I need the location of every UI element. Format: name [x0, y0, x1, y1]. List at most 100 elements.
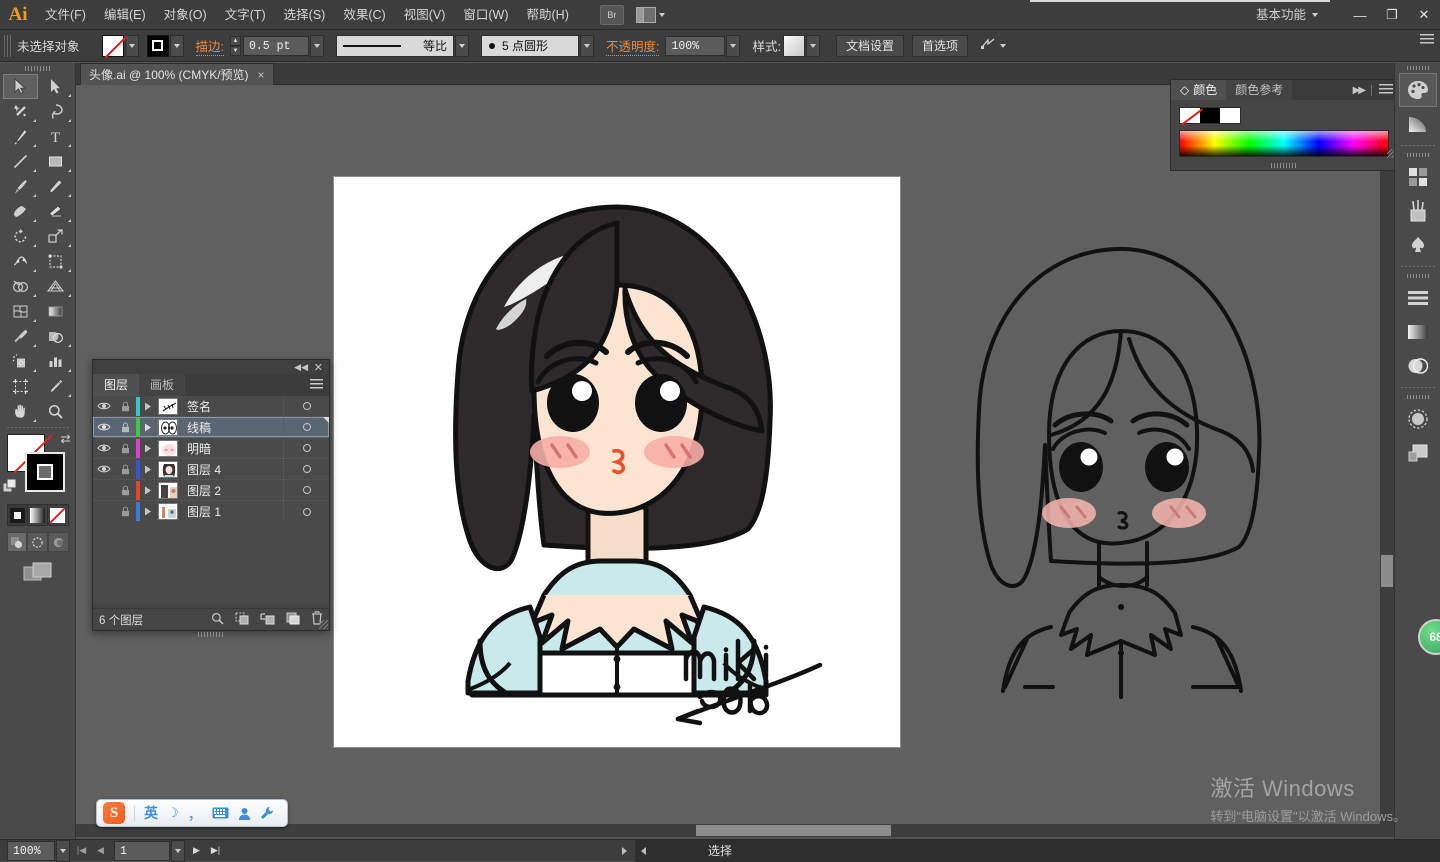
table-row[interactable]: 图层 1	[93, 501, 329, 522]
vertical-scrollbar-thumb[interactable]	[1381, 555, 1393, 587]
layers-panel-titlebar[interactable]: ◀◀ ✕	[93, 360, 329, 374]
opacity-dropdown-button[interactable]	[726, 34, 741, 57]
grid-swatches-icon[interactable]	[1399, 160, 1437, 194]
layer-target-indicator[interactable]	[283, 416, 329, 438]
layer-lock-toggle[interactable]	[115, 464, 136, 475]
status-bar-scroll-area[interactable]	[635, 839, 1440, 862]
rectangle-tool[interactable]	[38, 149, 73, 174]
stroke-weight-input[interactable]: 0.5 pt	[243, 35, 309, 56]
direct-selection-tool[interactable]	[38, 74, 73, 99]
menu-window[interactable]: 窗口(W)	[454, 0, 517, 30]
comma-icon[interactable]: ，	[188, 803, 203, 824]
align-icon[interactable]	[1399, 281, 1437, 315]
close-icon[interactable]: ✕	[314, 361, 323, 374]
pen-tool[interactable]	[3, 124, 38, 149]
floating-badge[interactable]: 68	[1418, 619, 1440, 655]
layer-name[interactable]: 明暗	[178, 440, 283, 457]
chevron-down-icon[interactable]	[1000, 43, 1006, 48]
menu-edit[interactable]: 编辑(E)	[95, 0, 155, 30]
layer-target-indicator[interactable]	[283, 458, 329, 480]
menu-type[interactable]: 文字(T)	[216, 0, 275, 30]
minimize-button[interactable]: —	[1344, 0, 1376, 30]
draw-inside-button[interactable]	[47, 532, 69, 552]
create-new-layer-icon[interactable]	[286, 612, 300, 628]
shape-builder-tool[interactable]	[3, 274, 38, 299]
color-mode-button[interactable]	[7, 505, 28, 525]
brush-dropdown-button[interactable]	[580, 34, 594, 57]
workspace-switcher[interactable]: 基本功能	[1256, 0, 1318, 30]
artboard[interactable]	[334, 177, 900, 747]
zoom-dropdown-button[interactable]	[56, 839, 70, 862]
symbols-icon[interactable]	[1399, 228, 1437, 262]
restore-button[interactable]: ❐	[1376, 0, 1408, 30]
preferences-button[interactable]: 首选项	[911, 34, 968, 57]
swatch-black[interactable]	[1200, 108, 1220, 123]
eraser-tool[interactable]	[38, 199, 73, 224]
layers-empty-area[interactable]	[93, 522, 329, 603]
menu-effect[interactable]: 效果(C)	[334, 0, 394, 30]
control-bar-grip[interactable]	[4, 34, 11, 57]
layer-lock-toggle[interactable]	[115, 443, 136, 454]
stroke-profile-select[interactable]: 等比	[336, 34, 454, 57]
scroll-left-icon[interactable]	[641, 846, 646, 855]
panel-menu-icon[interactable]	[310, 379, 323, 390]
table-row[interactable]: 明暗	[93, 437, 329, 459]
table-row[interactable]: 图层 4	[93, 458, 329, 480]
character-artwork[interactable]	[334, 177, 900, 747]
menu-view[interactable]: 视图(V)	[395, 0, 455, 30]
close-icon[interactable]: ×	[258, 68, 265, 82]
layer-visibility-toggle[interactable]	[93, 422, 115, 432]
expand-icon[interactable]: ▶▶	[1353, 85, 1366, 96]
keyboard-icon[interactable]	[212, 807, 229, 819]
artboard-dropdown-button[interactable]	[171, 839, 185, 862]
hand-tool[interactable]	[3, 399, 38, 424]
dock-grip[interactable]	[1395, 63, 1440, 73]
vertical-scrollbar[interactable]	[1380, 85, 1394, 837]
input-method-toolbar[interactable]: S 英 ☽ ，	[96, 799, 288, 827]
brush-definition-select[interactable]: 5 点圆形	[481, 34, 579, 57]
selection-tool[interactable]	[2, 74, 38, 99]
arrange-documents-button[interactable]	[635, 6, 665, 23]
stepper-down-icon[interactable]: ▼	[230, 45, 241, 56]
gradient-wedge-icon[interactable]	[1399, 107, 1437, 141]
blend-tool[interactable]	[38, 324, 73, 349]
layer-disclosure-triangle[interactable]	[140, 465, 156, 474]
stroke-swatch-black-icon[interactable]	[146, 34, 169, 57]
layer-name[interactable]: 图层 1	[178, 503, 283, 520]
layer-visibility-toggle[interactable]	[93, 443, 115, 453]
layer-target-indicator[interactable]	[283, 479, 329, 501]
sogou-logo-icon[interactable]: S	[103, 802, 125, 824]
gradient-mode-button[interactable]	[27, 505, 49, 525]
zoom-level-input[interactable]: 100%	[7, 840, 55, 861]
menu-object[interactable]: 对象(O)	[155, 0, 216, 30]
opacity-label[interactable]: 不透明度:	[606, 36, 660, 56]
layer-disclosure-triangle[interactable]	[140, 507, 156, 516]
layer-lock-toggle[interactable]	[115, 422, 136, 433]
magic-wand-tool[interactable]	[3, 99, 38, 124]
panel-menu-icon[interactable]	[1379, 84, 1393, 96]
column-graph-tool[interactable]	[38, 349, 73, 374]
line-segment-tool[interactable]	[3, 149, 38, 174]
zoom-tool[interactable]	[38, 399, 73, 424]
previous-artboard-button[interactable]: ◀	[93, 842, 108, 860]
none-mode-button[interactable]	[48, 505, 68, 525]
layer-visibility-toggle[interactable]	[93, 401, 115, 411]
graphic-styles-icon[interactable]	[1399, 436, 1437, 470]
layer-visibility-toggle[interactable]	[93, 464, 115, 474]
stroke-weight-dropdown-button[interactable]	[310, 34, 324, 57]
style-dropdown-button[interactable]	[805, 34, 820, 57]
menu-file[interactable]: 文件(F)	[36, 0, 95, 30]
pencil-tool[interactable]	[38, 174, 73, 199]
transform-handles-icon[interactable]	[980, 36, 996, 55]
document-tab[interactable]: 头像.ai @ 100% (CMYK/预览) ×	[80, 63, 274, 85]
swatches-palette-icon[interactable]	[1398, 73, 1437, 107]
scale-tool[interactable]	[38, 224, 73, 249]
document-setup-button[interactable]: 文档设置	[835, 34, 904, 57]
horizontal-scrollbar-thumb[interactable]	[696, 825, 891, 836]
bridge-button[interactable]: Br	[599, 4, 624, 25]
layer-name[interactable]: 签名	[178, 398, 283, 415]
stroke-weight-label[interactable]: 描边:	[195, 36, 224, 56]
eyedropper-tool[interactable]	[3, 324, 38, 349]
menu-select[interactable]: 选择(S)	[275, 0, 335, 30]
transparency-icon[interactable]	[1399, 349, 1437, 383]
